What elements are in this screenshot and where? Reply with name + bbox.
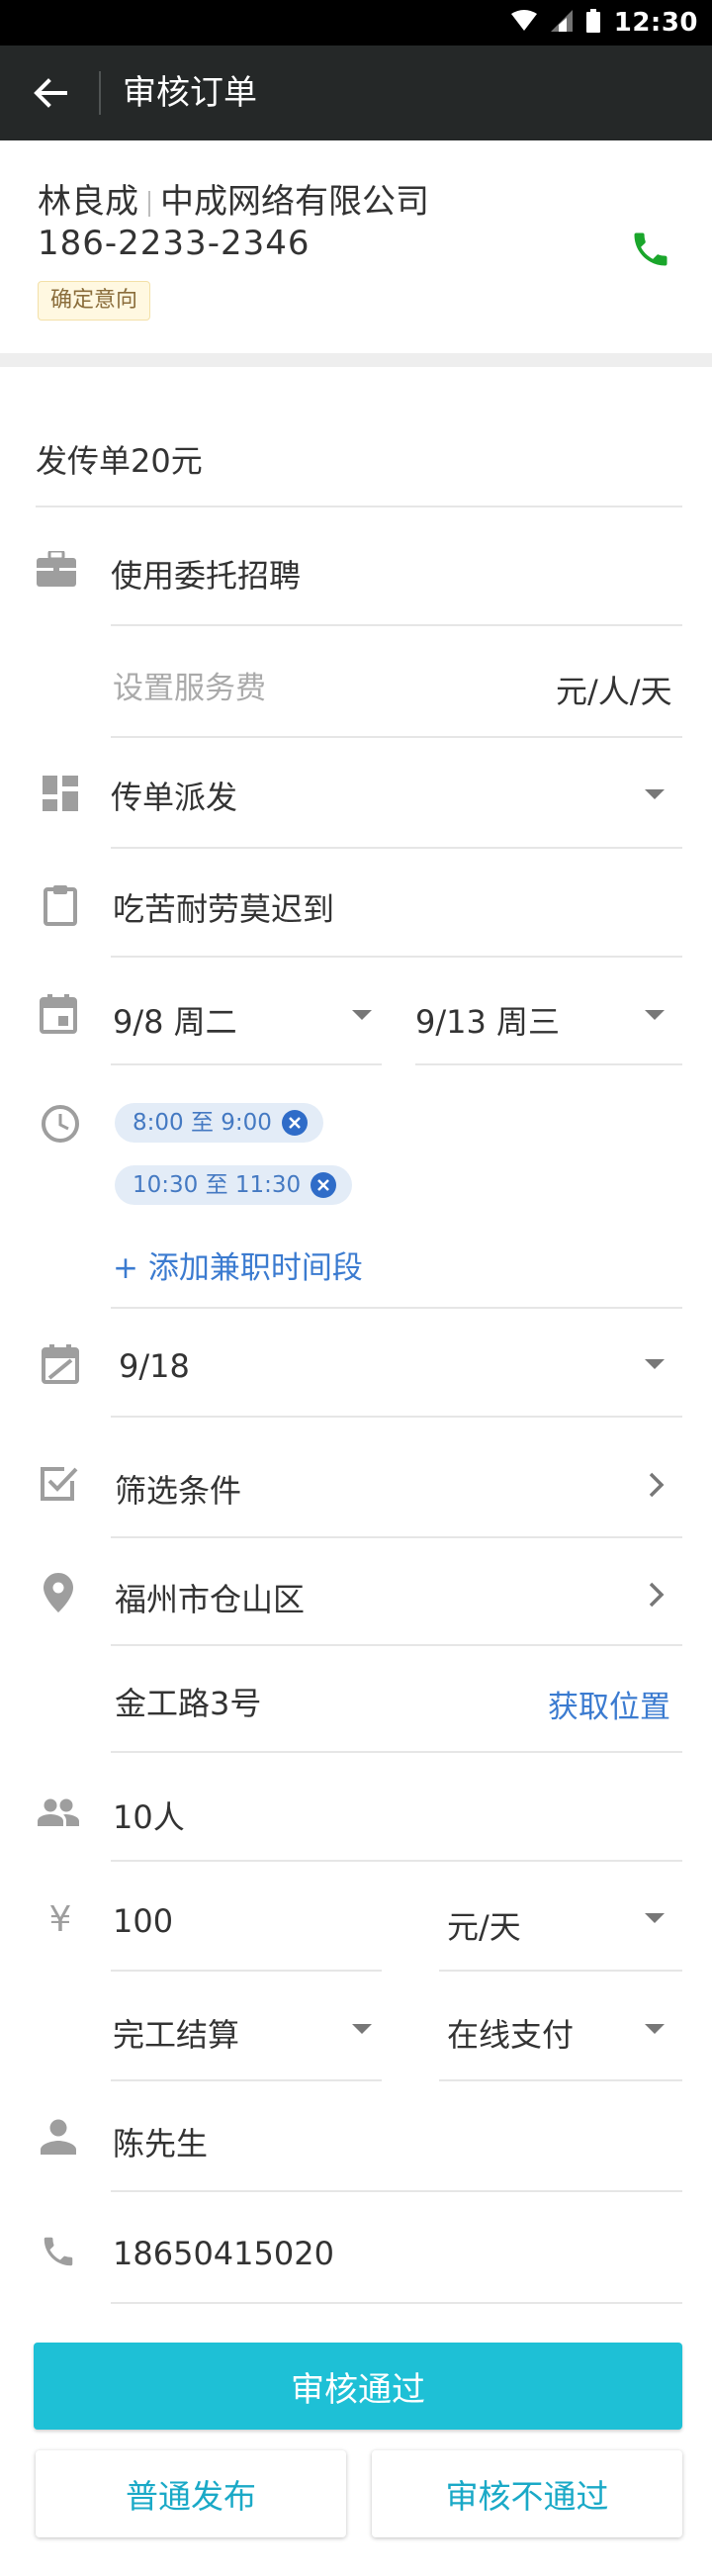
contact-name-field[interactable]: 陈先生 (113, 2119, 208, 2164)
start-date-select[interactable]: 9/8 周二 (113, 997, 237, 1043)
chevron-right-icon (645, 1470, 668, 1500)
dashboard-icon (39, 772, 82, 815)
briefcase-icon (35, 547, 78, 591)
page-title: 审核订单 (123, 73, 257, 113)
remove-slot-icon[interactable] (281, 1110, 308, 1136)
status-badge: 确定意向 (38, 281, 151, 321)
location-icon (37, 1571, 80, 1614)
divider (111, 1644, 682, 1646)
calendar-icon (37, 992, 80, 1036)
divider (111, 1860, 682, 1862)
signal-icon (550, 10, 573, 36)
app-bar: 审核订单 (0, 46, 712, 140)
contact-phone-field[interactable]: 18650415020 (113, 2235, 334, 2272)
divider (111, 1970, 382, 1972)
headcount-field[interactable]: 10人 (113, 1793, 185, 1838)
get-location-button[interactable]: 获取位置 (548, 1682, 670, 1726)
divider (111, 624, 682, 626)
normal-publish-button[interactable]: 普通发布 (36, 2450, 346, 2537)
chevron-down-icon (645, 1913, 665, 1923)
customer-line: 林良成 中成网络有限公司 (38, 174, 429, 223)
salary-unit-select[interactable]: 元/天 (447, 1902, 521, 1948)
time-slot-text: 8:00 至 9:00 (133, 1110, 272, 1136)
divider (111, 847, 682, 849)
clock-icon (39, 1102, 82, 1146)
address-field[interactable]: 金工路3号 (115, 1679, 261, 1724)
reject-button[interactable]: 审核不通过 (372, 2450, 682, 2537)
divider (111, 1416, 682, 1418)
divider (111, 1751, 682, 1753)
wifi-icon (510, 10, 537, 36)
entrust-option[interactable]: 使用委托招聘 (111, 551, 301, 597)
divider (439, 1970, 682, 1972)
add-time-slot-link[interactable]: + 添加兼职时间段 (113, 1242, 363, 1287)
approve-button[interactable]: 审核通过 (34, 2343, 682, 2430)
divider (111, 2079, 382, 2081)
divider (111, 1536, 682, 1538)
app-bar-divider (99, 71, 101, 115)
person-icon (37, 2115, 80, 2159)
deadline-select[interactable]: 9/18 (119, 1347, 190, 1385)
yen-icon: ¥ (48, 1898, 72, 1940)
back-button[interactable] (24, 67, 75, 119)
service-fee-unit: 元/人/天 (556, 673, 672, 710)
payment-select[interactable]: 在线支付 (447, 2010, 574, 2056)
chevron-down-icon (645, 2024, 665, 2034)
customer-company: 中成网络有限公司 (160, 182, 429, 222)
checkbox-icon (37, 1461, 80, 1505)
clock-time: 12:30 (613, 8, 698, 38)
time-slot-chip[interactable]: 10:30 至 11:30 (115, 1165, 353, 1205)
call-button[interactable] (629, 228, 684, 279)
end-date-select[interactable]: 9/13 周三 (415, 997, 560, 1043)
phone-icon (37, 2230, 80, 2273)
category-select[interactable]: 传单派发 (111, 773, 237, 818)
divider (111, 1307, 682, 1309)
arrow-back-icon (34, 78, 67, 108)
requirement-field[interactable]: 吃苦耐劳莫迟到 (113, 884, 334, 930)
chevron-down-icon (352, 2024, 372, 2034)
time-slot-text: 10:30 至 11:30 (133, 1172, 302, 1198)
remove-slot-icon[interactable] (311, 1172, 337, 1198)
divider (111, 1063, 382, 1065)
service-fee-input[interactable]: 设置服务费 (113, 663, 266, 707)
chevron-right-icon (645, 1580, 668, 1610)
filter-conditions-item[interactable]: 筛选条件 (115, 1466, 241, 1512)
divider (111, 2302, 682, 2304)
customer-phone: 186-2233-2346 (38, 224, 311, 263)
divider (36, 506, 682, 507)
district-select[interactable]: 福州市仓山区 (115, 1575, 305, 1620)
divider (111, 956, 682, 958)
customer-name: 林良成 (38, 182, 138, 222)
phone-icon (634, 232, 668, 266)
status-bar: 12:30 (0, 0, 712, 46)
divider (415, 1063, 682, 1065)
people-icon (37, 1791, 80, 1834)
battery-icon (585, 9, 600, 37)
calendar-check-icon (39, 1342, 82, 1386)
clipboard-icon (39, 883, 82, 927)
chevron-down-icon (645, 1010, 665, 1020)
section-gap (0, 353, 712, 367)
divider (111, 2190, 682, 2192)
divider (439, 2079, 682, 2081)
post-price: 发传单20元 (36, 442, 203, 480)
divider (111, 736, 682, 738)
settlement-select[interactable]: 完工结算 (113, 2010, 239, 2056)
salary-amount-input[interactable]: 100 (113, 1902, 173, 1940)
name-separator (148, 190, 150, 217)
time-slot-chip[interactable]: 8:00 至 9:00 (115, 1103, 323, 1143)
chevron-down-icon (645, 789, 665, 799)
chevron-down-icon (352, 1010, 372, 1020)
chevron-down-icon (645, 1359, 665, 1369)
